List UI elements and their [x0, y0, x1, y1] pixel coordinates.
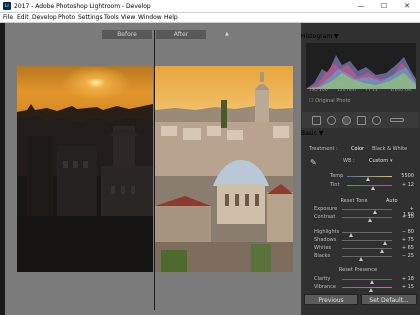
after-label: After	[156, 30, 206, 39]
tint-value[interactable]: + 12	[398, 182, 414, 188]
before-photo	[17, 66, 153, 272]
temp-slider-knob[interactable]	[366, 177, 370, 181]
clarity-label: Clarity	[314, 276, 331, 282]
menu-help[interactable]: Help	[164, 14, 178, 21]
clarity-slider-knob[interactable]	[370, 280, 374, 284]
menu-settings[interactable]: Settings	[78, 14, 103, 21]
histogram-aperture: f / 11	[366, 88, 378, 93]
vibrance-slider[interactable]	[342, 287, 392, 288]
menu-view[interactable]: View	[121, 14, 135, 21]
shadows-label: Shadows	[314, 237, 337, 243]
whites-slider[interactable]	[342, 248, 392, 249]
graduated-filter-icon[interactable]	[357, 116, 366, 125]
basic-title: Basic	[301, 130, 317, 137]
menu-photo[interactable]: Photo	[58, 14, 75, 21]
title-bar: Lr 2017 - Adobe Photoshop Lightroom - De…	[0, 0, 420, 13]
adjustment-brush-icon[interactable]	[390, 118, 404, 122]
collapse-triangle-icon[interactable]: ▼	[334, 33, 339, 40]
vibrance-slider-knob[interactable]	[369, 288, 373, 292]
highlights-value[interactable]: − 80	[398, 229, 414, 235]
clarity-value[interactable]: + 18	[398, 276, 414, 282]
before-after-divider[interactable]	[154, 30, 155, 310]
contrast-slider[interactable]	[342, 217, 392, 218]
reset-tone-button[interactable]: Reset Tone	[334, 198, 374, 204]
blacks-value[interactable]: − 25	[398, 253, 414, 259]
menu-file[interactable]: File	[3, 14, 13, 21]
chevron-down-icon[interactable]: ▾	[390, 158, 393, 164]
histogram-title: Histogram	[301, 33, 333, 40]
red-eye-icon[interactable]	[342, 116, 351, 125]
tint-slider[interactable]	[347, 185, 392, 186]
lightroom-app-icon: Lr	[3, 2, 11, 10]
treatment-color[interactable]: Color	[351, 146, 364, 152]
spot-removal-icon[interactable]	[327, 116, 336, 125]
top-panel-toggle-icon[interactable]: ▲	[225, 30, 229, 39]
vibrance-value[interactable]: + 15	[398, 284, 414, 290]
shadows-value[interactable]: + 75	[398, 237, 414, 243]
contrast-label: Contrast	[314, 214, 336, 220]
previous-button[interactable]: Previous	[304, 294, 358, 305]
close-button[interactable]: ✕	[395, 1, 419, 11]
maximize-button[interactable]: ☐	[372, 1, 396, 11]
before-label: Before	[102, 30, 152, 39]
vibrance-label: Vibrance	[314, 284, 336, 290]
auto-tone-button[interactable]: Auto	[386, 198, 398, 204]
whites-value[interactable]: + 65	[398, 245, 414, 251]
reset-presence-button[interactable]: Reset Presence	[338, 267, 378, 273]
original-photo-checkbox[interactable]: ☐ Original Photo	[309, 98, 351, 104]
menu-window[interactable]: Window	[138, 14, 162, 21]
tint-label: Tint	[330, 182, 340, 188]
histogram-header[interactable]: Histogram ▼	[301, 33, 339, 40]
shadows-slider-knob[interactable]	[383, 241, 387, 245]
menu-tools[interactable]: Tools	[104, 14, 119, 21]
treatment-label: Treatment :	[309, 146, 338, 152]
wb-dropdown[interactable]: Custom	[369, 158, 388, 164]
window-title: 2017 - Adobe Photoshop Lightroom - Devel…	[14, 3, 151, 10]
menu-develop[interactable]: Develop	[32, 14, 57, 21]
original-photo-label: Original Photo	[315, 98, 351, 104]
contrast-slider-knob[interactable]	[368, 218, 372, 222]
basic-header[interactable]: Basic ▼	[301, 130, 323, 137]
contrast-value[interactable]: + 10	[398, 214, 414, 220]
blacks-slider-knob[interactable]	[359, 257, 363, 261]
exposure-slider[interactable]	[342, 209, 392, 210]
histogram-focal: 120 mm	[337, 88, 356, 93]
highlights-label: Highlights	[314, 229, 340, 235]
minimize-button[interactable]: —	[349, 1, 373, 11]
exposure-label: Exposure	[314, 206, 338, 212]
highlights-slider-knob[interactable]	[349, 233, 353, 237]
collapse-triangle-icon[interactable]: ▼	[319, 130, 324, 137]
histogram-graph	[306, 43, 416, 89]
temp-label: Temp	[330, 173, 344, 179]
radial-filter-icon[interactable]	[372, 116, 381, 125]
clarity-slider[interactable]	[342, 279, 392, 280]
eyedropper-icon[interactable]: ✎	[310, 158, 317, 167]
menu-edit[interactable]: Edit	[17, 14, 29, 21]
set-default-button[interactable]: Set Default...	[361, 294, 417, 305]
treatment-bw[interactable]: Black & White	[372, 146, 407, 152]
wb-label: WB :	[343, 158, 355, 164]
crop-tool-icon[interactable]	[312, 116, 321, 125]
blacks-slider[interactable]	[342, 256, 392, 257]
whites-label: Whites	[314, 245, 332, 251]
whites-slider-knob[interactable]	[380, 249, 384, 253]
histogram-shutter: 1/100 sec	[390, 88, 412, 93]
blacks-label: Blacks	[314, 253, 331, 259]
histogram-iso: ISO 100	[310, 88, 328, 93]
temp-value[interactable]: 5500	[398, 173, 414, 179]
exposure-slider-knob[interactable]	[373, 210, 377, 214]
tint-slider-knob[interactable]	[371, 186, 375, 190]
after-photo	[155, 66, 293, 272]
menu-bar: File Edit Develop Photo Settings Tools V…	[0, 13, 420, 23]
